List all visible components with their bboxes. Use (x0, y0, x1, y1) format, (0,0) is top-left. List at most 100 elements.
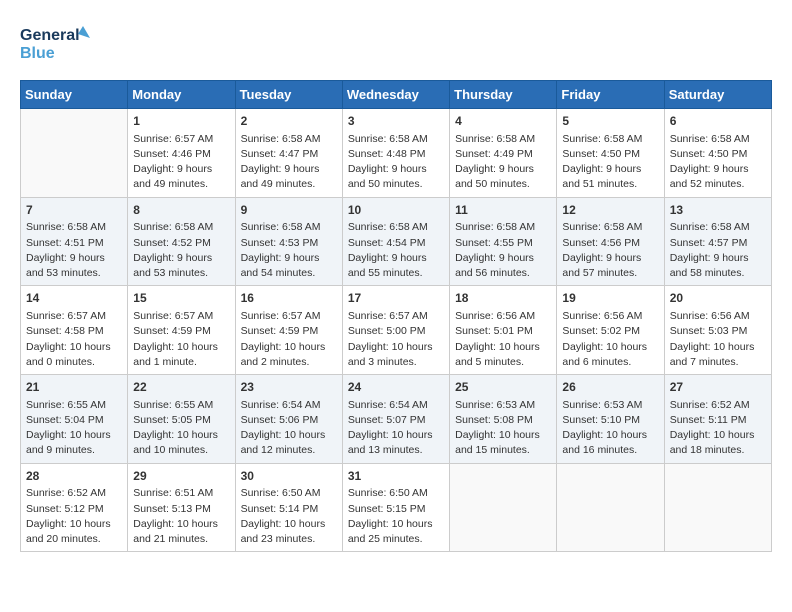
logo: General Blue (20, 20, 90, 64)
week-row-1: 1 Sunrise: 6:57 AM Sunset: 4:46 PM Daylig… (21, 109, 772, 198)
day-cell-13: 13Sunrise: 6:58 AM Sunset: 4:57 PM Dayli… (664, 197, 771, 286)
day-number: 12 (562, 202, 658, 219)
empty-cell (664, 463, 771, 552)
day-number: 1 (133, 113, 229, 130)
calendar-table: SundayMondayTuesdayWednesdayThursdayFrid… (20, 80, 772, 552)
day-cell-6: 6 Sunrise: 6:58 AM Sunset: 4:50 PM Daylig… (664, 109, 771, 198)
day-info: Sunrise: 6:53 AM Sunset: 5:08 PM Dayligh… (455, 398, 551, 459)
day-info: Sunrise: 6:58 AM Sunset: 4:47 PM Dayligh… (241, 132, 337, 193)
day-info: Sunrise: 6:58 AM Sunset: 4:50 PM Dayligh… (562, 132, 658, 193)
day-cell-27: 27 Sunrise: 6:52 AM Sunset: 5:11 PM Dayli… (664, 375, 771, 464)
day-info: Sunrise: 6:57 AM Sunset: 4:46 PM Dayligh… (133, 132, 229, 193)
day-info: Sunrise: 6:52 AM Sunset: 5:12 PM Dayligh… (26, 486, 122, 547)
day-number: 17 (348, 290, 444, 307)
day-number: 27 (670, 379, 766, 396)
day-info: Sunrise: 6:55 AM Sunset: 5:05 PM Dayligh… (133, 398, 229, 459)
day-number: 6 (670, 113, 766, 130)
day-cell-7: 7Sunrise: 6:58 AM Sunset: 4:51 PM Daylig… (21, 197, 128, 286)
day-info: Sunrise: 6:54 AM Sunset: 5:07 PM Dayligh… (348, 398, 444, 459)
week-row-3: 14 Sunrise: 6:57 AM Sunset: 4:58 PM Dayli… (21, 286, 772, 375)
week-row-5: 28Sunrise: 6:52 AM Sunset: 5:12 PM Dayli… (21, 463, 772, 552)
day-number: 7 (26, 202, 122, 219)
day-number: 22 (133, 379, 229, 396)
day-cell-4: 4 Sunrise: 6:58 AM Sunset: 4:49 PM Daylig… (450, 109, 557, 198)
day-info: Sunrise: 6:50 AM Sunset: 5:15 PM Dayligh… (348, 486, 444, 547)
day-info: Sunrise: 6:58 AM Sunset: 4:48 PM Dayligh… (348, 132, 444, 193)
day-cell-21: 21 Sunrise: 6:55 AM Sunset: 5:04 PM Dayli… (21, 375, 128, 464)
day-info: Sunrise: 6:57 AM Sunset: 4:58 PM Dayligh… (26, 309, 122, 370)
day-cell-11: 11Sunrise: 6:58 AM Sunset: 4:55 PM Dayli… (450, 197, 557, 286)
day-info: Sunrise: 6:58 AM Sunset: 4:50 PM Dayligh… (670, 132, 766, 193)
day-info: Sunrise: 6:57 AM Sunset: 5:00 PM Dayligh… (348, 309, 444, 370)
day-number: 26 (562, 379, 658, 396)
col-header-wednesday: Wednesday (342, 81, 449, 109)
day-info: Sunrise: 6:56 AM Sunset: 5:02 PM Dayligh… (562, 309, 658, 370)
header-row: SundayMondayTuesdayWednesdayThursdayFrid… (21, 81, 772, 109)
day-number: 9 (241, 202, 337, 219)
day-number: 10 (348, 202, 444, 219)
day-cell-31: 31Sunrise: 6:50 AM Sunset: 5:15 PM Dayli… (342, 463, 449, 552)
day-info: Sunrise: 6:51 AM Sunset: 5:13 PM Dayligh… (133, 486, 229, 547)
day-info: Sunrise: 6:52 AM Sunset: 5:11 PM Dayligh… (670, 398, 766, 459)
day-info: Sunrise: 6:58 AM Sunset: 4:57 PM Dayligh… (670, 220, 766, 281)
day-number: 28 (26, 468, 122, 485)
day-cell-5: 5 Sunrise: 6:58 AM Sunset: 4:50 PM Daylig… (557, 109, 664, 198)
day-number: 25 (455, 379, 551, 396)
day-number: 24 (348, 379, 444, 396)
day-info: Sunrise: 6:56 AM Sunset: 5:03 PM Dayligh… (670, 309, 766, 370)
day-number: 8 (133, 202, 229, 219)
day-cell-20: 20 Sunrise: 6:56 AM Sunset: 5:03 PM Dayli… (664, 286, 771, 375)
col-header-sunday: Sunday (21, 81, 128, 109)
day-cell-15: 15 Sunrise: 6:57 AM Sunset: 4:59 PM Dayli… (128, 286, 235, 375)
day-info: Sunrise: 6:57 AM Sunset: 4:59 PM Dayligh… (241, 309, 337, 370)
day-info: Sunrise: 6:58 AM Sunset: 4:52 PM Dayligh… (133, 220, 229, 281)
logo-svg: General Blue (20, 20, 90, 64)
day-number: 18 (455, 290, 551, 307)
day-number: 13 (670, 202, 766, 219)
day-number: 23 (241, 379, 337, 396)
day-number: 20 (670, 290, 766, 307)
day-cell-24: 24 Sunrise: 6:54 AM Sunset: 5:07 PM Dayli… (342, 375, 449, 464)
day-cell-9: 9Sunrise: 6:58 AM Sunset: 4:53 PM Daylig… (235, 197, 342, 286)
day-cell-26: 26Sunrise: 6:53 AM Sunset: 5:10 PM Dayli… (557, 375, 664, 464)
day-cell-10: 10Sunrise: 6:58 AM Sunset: 4:54 PM Dayli… (342, 197, 449, 286)
day-info: Sunrise: 6:56 AM Sunset: 5:01 PM Dayligh… (455, 309, 551, 370)
day-number: 29 (133, 468, 229, 485)
day-cell-17: 17 Sunrise: 6:57 AM Sunset: 5:00 PM Dayli… (342, 286, 449, 375)
day-cell-3: 3 Sunrise: 6:58 AM Sunset: 4:48 PM Daylig… (342, 109, 449, 198)
empty-cell (450, 463, 557, 552)
day-number: 21 (26, 379, 122, 396)
day-cell-1: 1 Sunrise: 6:57 AM Sunset: 4:46 PM Daylig… (128, 109, 235, 198)
day-number: 19 (562, 290, 658, 307)
day-number: 5 (562, 113, 658, 130)
day-cell-18: 18 Sunrise: 6:56 AM Sunset: 5:01 PM Dayli… (450, 286, 557, 375)
day-info: Sunrise: 6:57 AM Sunset: 4:59 PM Dayligh… (133, 309, 229, 370)
empty-cell (557, 463, 664, 552)
col-header-monday: Monday (128, 81, 235, 109)
empty-cell (21, 109, 128, 198)
day-cell-12: 12Sunrise: 6:58 AM Sunset: 4:56 PM Dayli… (557, 197, 664, 286)
col-header-saturday: Saturday (664, 81, 771, 109)
week-row-2: 7Sunrise: 6:58 AM Sunset: 4:51 PM Daylig… (21, 197, 772, 286)
svg-text:Blue: Blue (20, 45, 55, 62)
day-number: 4 (455, 113, 551, 130)
day-info: Sunrise: 6:55 AM Sunset: 5:04 PM Dayligh… (26, 398, 122, 459)
day-number: 2 (241, 113, 337, 130)
day-cell-30: 30Sunrise: 6:50 AM Sunset: 5:14 PM Dayli… (235, 463, 342, 552)
day-info: Sunrise: 6:58 AM Sunset: 4:53 PM Dayligh… (241, 220, 337, 281)
day-info: Sunrise: 6:58 AM Sunset: 4:51 PM Dayligh… (26, 220, 122, 281)
day-number: 3 (348, 113, 444, 130)
day-info: Sunrise: 6:54 AM Sunset: 5:06 PM Dayligh… (241, 398, 337, 459)
col-header-tuesday: Tuesday (235, 81, 342, 109)
day-info: Sunrise: 6:58 AM Sunset: 4:49 PM Dayligh… (455, 132, 551, 193)
day-cell-19: 19 Sunrise: 6:56 AM Sunset: 5:02 PM Dayli… (557, 286, 664, 375)
day-number: 15 (133, 290, 229, 307)
day-number: 31 (348, 468, 444, 485)
day-number: 14 (26, 290, 122, 307)
day-cell-22: 22 Sunrise: 6:55 AM Sunset: 5:05 PM Dayli… (128, 375, 235, 464)
day-number: 16 (241, 290, 337, 307)
page-header: General Blue (20, 20, 772, 64)
day-info: Sunrise: 6:58 AM Sunset: 4:55 PM Dayligh… (455, 220, 551, 281)
day-info: Sunrise: 6:58 AM Sunset: 4:56 PM Dayligh… (562, 220, 658, 281)
day-info: Sunrise: 6:58 AM Sunset: 4:54 PM Dayligh… (348, 220, 444, 281)
